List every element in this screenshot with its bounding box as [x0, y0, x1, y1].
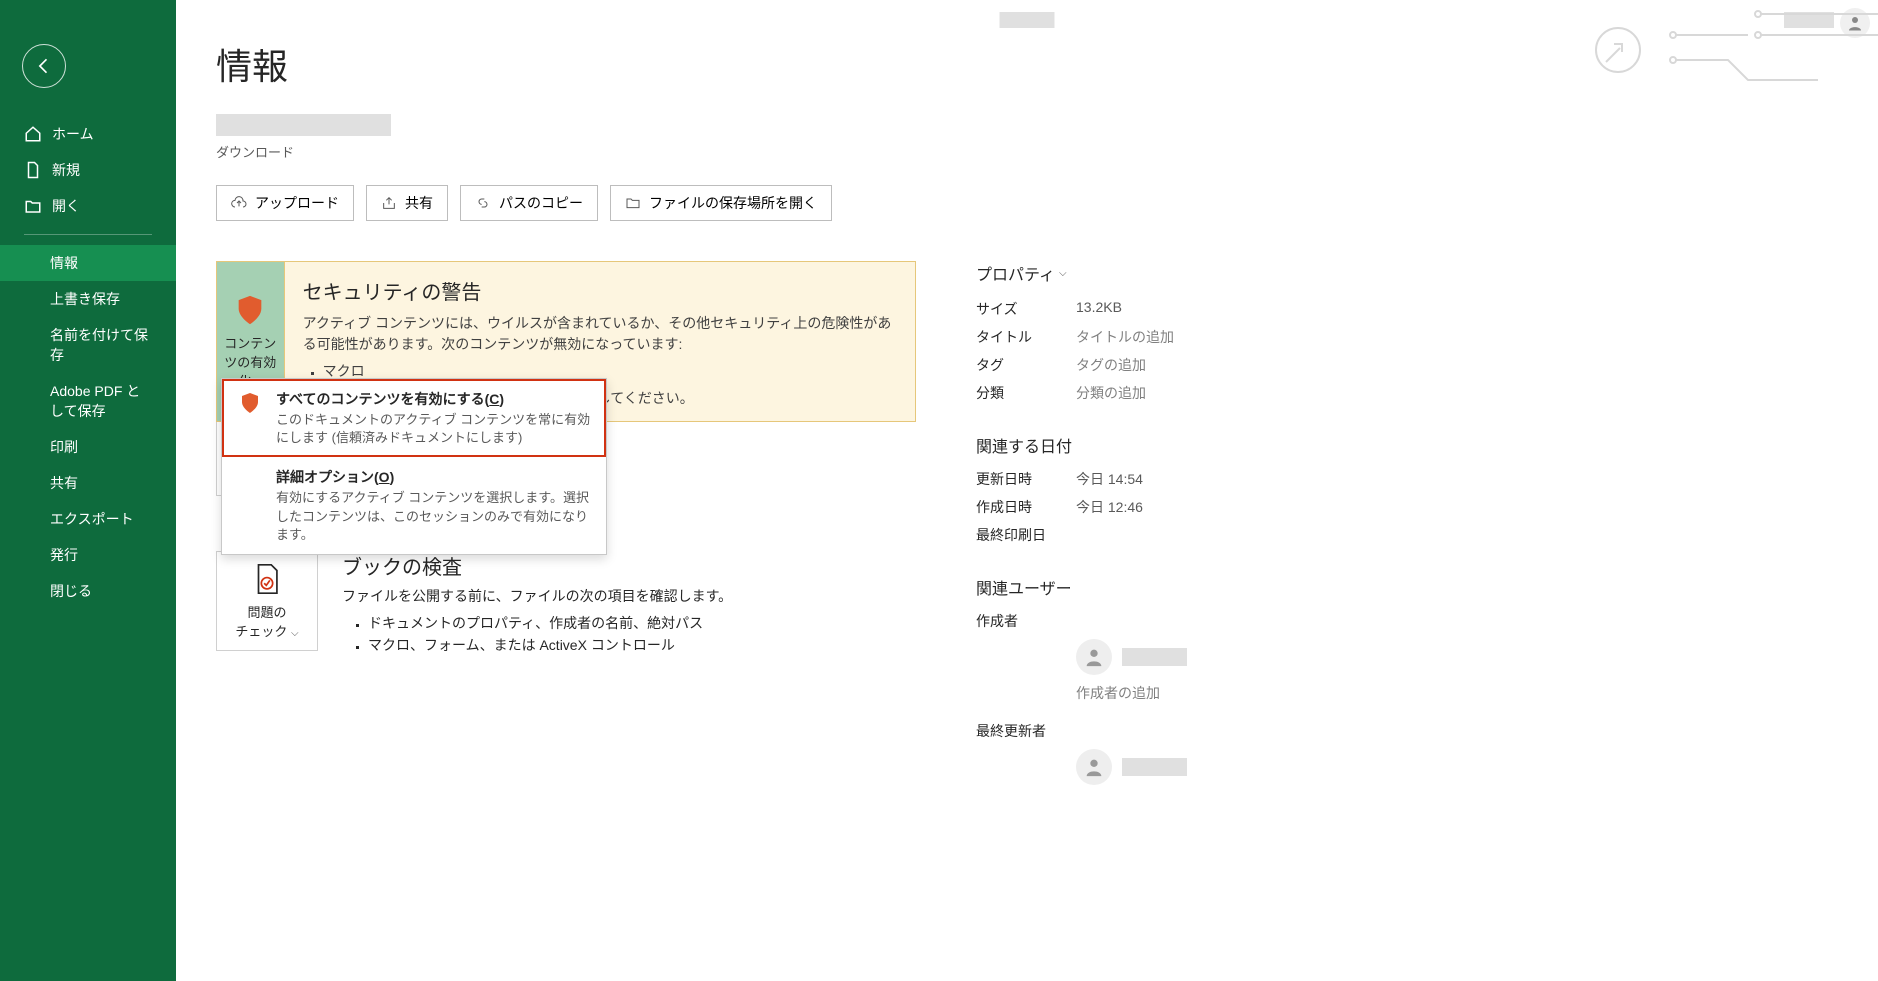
prop-label-tag: タグ — [976, 355, 1076, 375]
file-location: ダウンロード — [216, 142, 1828, 161]
sidebar-item-open[interactable]: 開く — [0, 188, 176, 224]
sidebar-separator — [24, 234, 152, 235]
sidebar-item-info[interactable]: 情報 — [0, 245, 176, 281]
share-icon — [381, 195, 397, 211]
button-label: アップロード — [255, 193, 339, 213]
shield-icon — [238, 391, 262, 415]
sidebar-label: 新規 — [52, 160, 80, 180]
sidebar-label: 上書き保存 — [50, 289, 120, 309]
inspect-bullet: マクロ、フォーム、または ActiveX コントロール — [368, 634, 732, 656]
properties-header[interactable]: プロパティ⌵ — [976, 261, 1306, 285]
prop-label-last-modified-by: 最終更新者 — [976, 721, 1076, 741]
prop-value-modified: 今日 14:54 — [1076, 469, 1143, 489]
sidebar-item-new[interactable]: 新規 — [0, 152, 176, 188]
prop-label-modified: 更新日時 — [976, 469, 1076, 489]
shield-icon — [233, 293, 267, 327]
sidebar-item-save-as[interactable]: 名前を付けて保存 — [0, 317, 176, 373]
sidebar-item-home[interactable]: ホーム — [0, 116, 176, 152]
prop-label-created: 作成日時 — [976, 497, 1076, 517]
sidebar-label: 名前を付けて保存 — [50, 325, 152, 365]
menu-item-advanced[interactable]: 詳細オプション(O) 有効にするアクティブ コンテンツを選択します。選択したコン… — [222, 457, 606, 554]
sidebar-item-share[interactable]: 共有 — [0, 465, 176, 501]
menu-item-desc: 有効にするアクティブ コンテンツを選択します。選択したコンテンツは、このセッショ… — [276, 489, 592, 544]
prop-add-title[interactable]: タイトルの追加 — [1076, 327, 1174, 347]
action-bar: アップロード 共有 パスのコピー ファイルの保存場所を開く — [216, 185, 1828, 221]
security-warning-block: コンテンツの有効化 ⌵ セキュリティの警告 アクティブ コンテンツには、ウイルス… — [216, 261, 916, 422]
menu-item-enable-all[interactable]: すべてのコンテンツを有効にする(C) このドキュメントのアクティブ コンテンツを… — [222, 379, 606, 457]
sidebar-label: 印刷 — [50, 437, 78, 457]
author-name-placeholder — [1122, 648, 1187, 666]
prop-label-size: サイズ — [976, 299, 1076, 319]
open-location-button[interactable]: ファイルの保存場所を開く — [610, 185, 832, 221]
inspect-desc: ファイルを公開する前に、ファイルの次の項目を確認します。 — [342, 586, 732, 606]
last-modified-by-row[interactable] — [1076, 749, 1306, 785]
menu-item-desc: このドキュメントのアクティブ コンテンツを常に有効にします (信頼済みドキュメン… — [276, 411, 592, 447]
prop-value-size: 13.2KB — [1076, 299, 1122, 319]
file-name-placeholder — [216, 114, 391, 136]
related-people-header: 関連ユーザー — [976, 575, 1306, 599]
sidebar-label: 共有 — [50, 473, 78, 493]
sidebar-item-close[interactable]: 閉じる — [0, 573, 176, 609]
check-issues-tile[interactable]: 問題のチェック ⌵ — [216, 551, 318, 651]
sidebar-label: 閉じる — [50, 581, 92, 601]
button-label: パスのコピー — [499, 193, 583, 213]
security-heading: セキュリティの警告 — [303, 276, 897, 305]
chevron-down-icon: ⌵ — [291, 628, 299, 639]
chevron-down-icon: ⌵ — [1059, 268, 1067, 279]
avatar — [1076, 749, 1112, 785]
button-label: ファイルの保存場所を開く — [649, 193, 817, 213]
sidebar-item-export[interactable]: エクスポート — [0, 501, 176, 537]
document-check-icon — [250, 562, 284, 596]
upload-button[interactable]: アップロード — [216, 185, 354, 221]
sidebar-label: 情報 — [50, 253, 78, 273]
prop-label-title: タイトル — [976, 327, 1076, 347]
prop-label-category: 分類 — [976, 383, 1076, 403]
back-button[interactable] — [22, 44, 66, 88]
author-row[interactable] — [1076, 639, 1306, 675]
sidebar-item-save[interactable]: 上書き保存 — [0, 281, 176, 317]
button-label: 共有 — [405, 193, 433, 213]
sidebar-label: Adobe PDF として保存 — [50, 381, 152, 421]
sidebar-label: エクスポート — [50, 509, 134, 529]
inspect-bullet: ドキュメントのプロパティ、作成者の名前、絶対パス — [368, 612, 732, 634]
account-button[interactable] — [1840, 8, 1870, 38]
account-name-placeholder — [1784, 12, 1834, 28]
add-author-link[interactable]: 作成者の追加 — [1076, 683, 1306, 703]
prop-label-printed: 最終印刷日 — [976, 525, 1076, 545]
copy-path-button[interactable]: パスのコピー — [460, 185, 598, 221]
window-title-placeholder — [1000, 12, 1055, 28]
backstage-sidebar: ホーム 新規 開く 情報 上書き保存 名前を付けて保存 Adobe PDF とし… — [0, 0, 176, 981]
folder-icon — [625, 195, 641, 211]
inspect-block: 問題のチェック ⌵ ブックの検査 ファイルを公開する前に、ファイルの次の項目を確… — [216, 551, 916, 657]
properties-panel: プロパティ⌵ サイズ13.2KB タイトルタイトルの追加 タグタグの追加 分類分… — [976, 261, 1306, 791]
avatar — [1076, 639, 1112, 675]
sidebar-item-adobe-pdf[interactable]: Adobe PDF として保存 — [0, 373, 176, 429]
page-title: 情報 — [216, 38, 1828, 90]
sidebar-label: ホーム — [52, 124, 94, 144]
main-content: 情報 ダウンロード アップロード 共有 パスのコピー ファイルの保存場所を開く — [176, 0, 1878, 981]
link-icon — [475, 195, 491, 211]
share-button[interactable]: 共有 — [366, 185, 448, 221]
sidebar-label: 開く — [52, 196, 80, 216]
sidebar-label: 発行 — [50, 545, 78, 565]
prop-add-tag[interactable]: タグの追加 — [1076, 355, 1146, 375]
sidebar-item-print[interactable]: 印刷 — [0, 429, 176, 465]
sidebar-item-publish[interactable]: 発行 — [0, 537, 176, 573]
cloud-upload-icon — [231, 195, 247, 211]
prop-value-created: 今日 12:46 — [1076, 497, 1143, 517]
prop-label-author: 作成者 — [976, 611, 1076, 631]
modifier-name-placeholder — [1122, 758, 1187, 776]
enable-content-menu: すべてのコンテンツを有効にする(C) このドキュメントのアクティブ コンテンツを… — [221, 378, 607, 555]
security-desc1: アクティブ コンテンツには、ウイルスが含まれているか、その他セキュリティ上の危険… — [303, 315, 892, 352]
inspect-heading: ブックの検査 — [342, 551, 732, 580]
related-dates-header: 関連する日付 — [976, 433, 1306, 457]
prop-add-category[interactable]: 分類の追加 — [1076, 383, 1146, 403]
